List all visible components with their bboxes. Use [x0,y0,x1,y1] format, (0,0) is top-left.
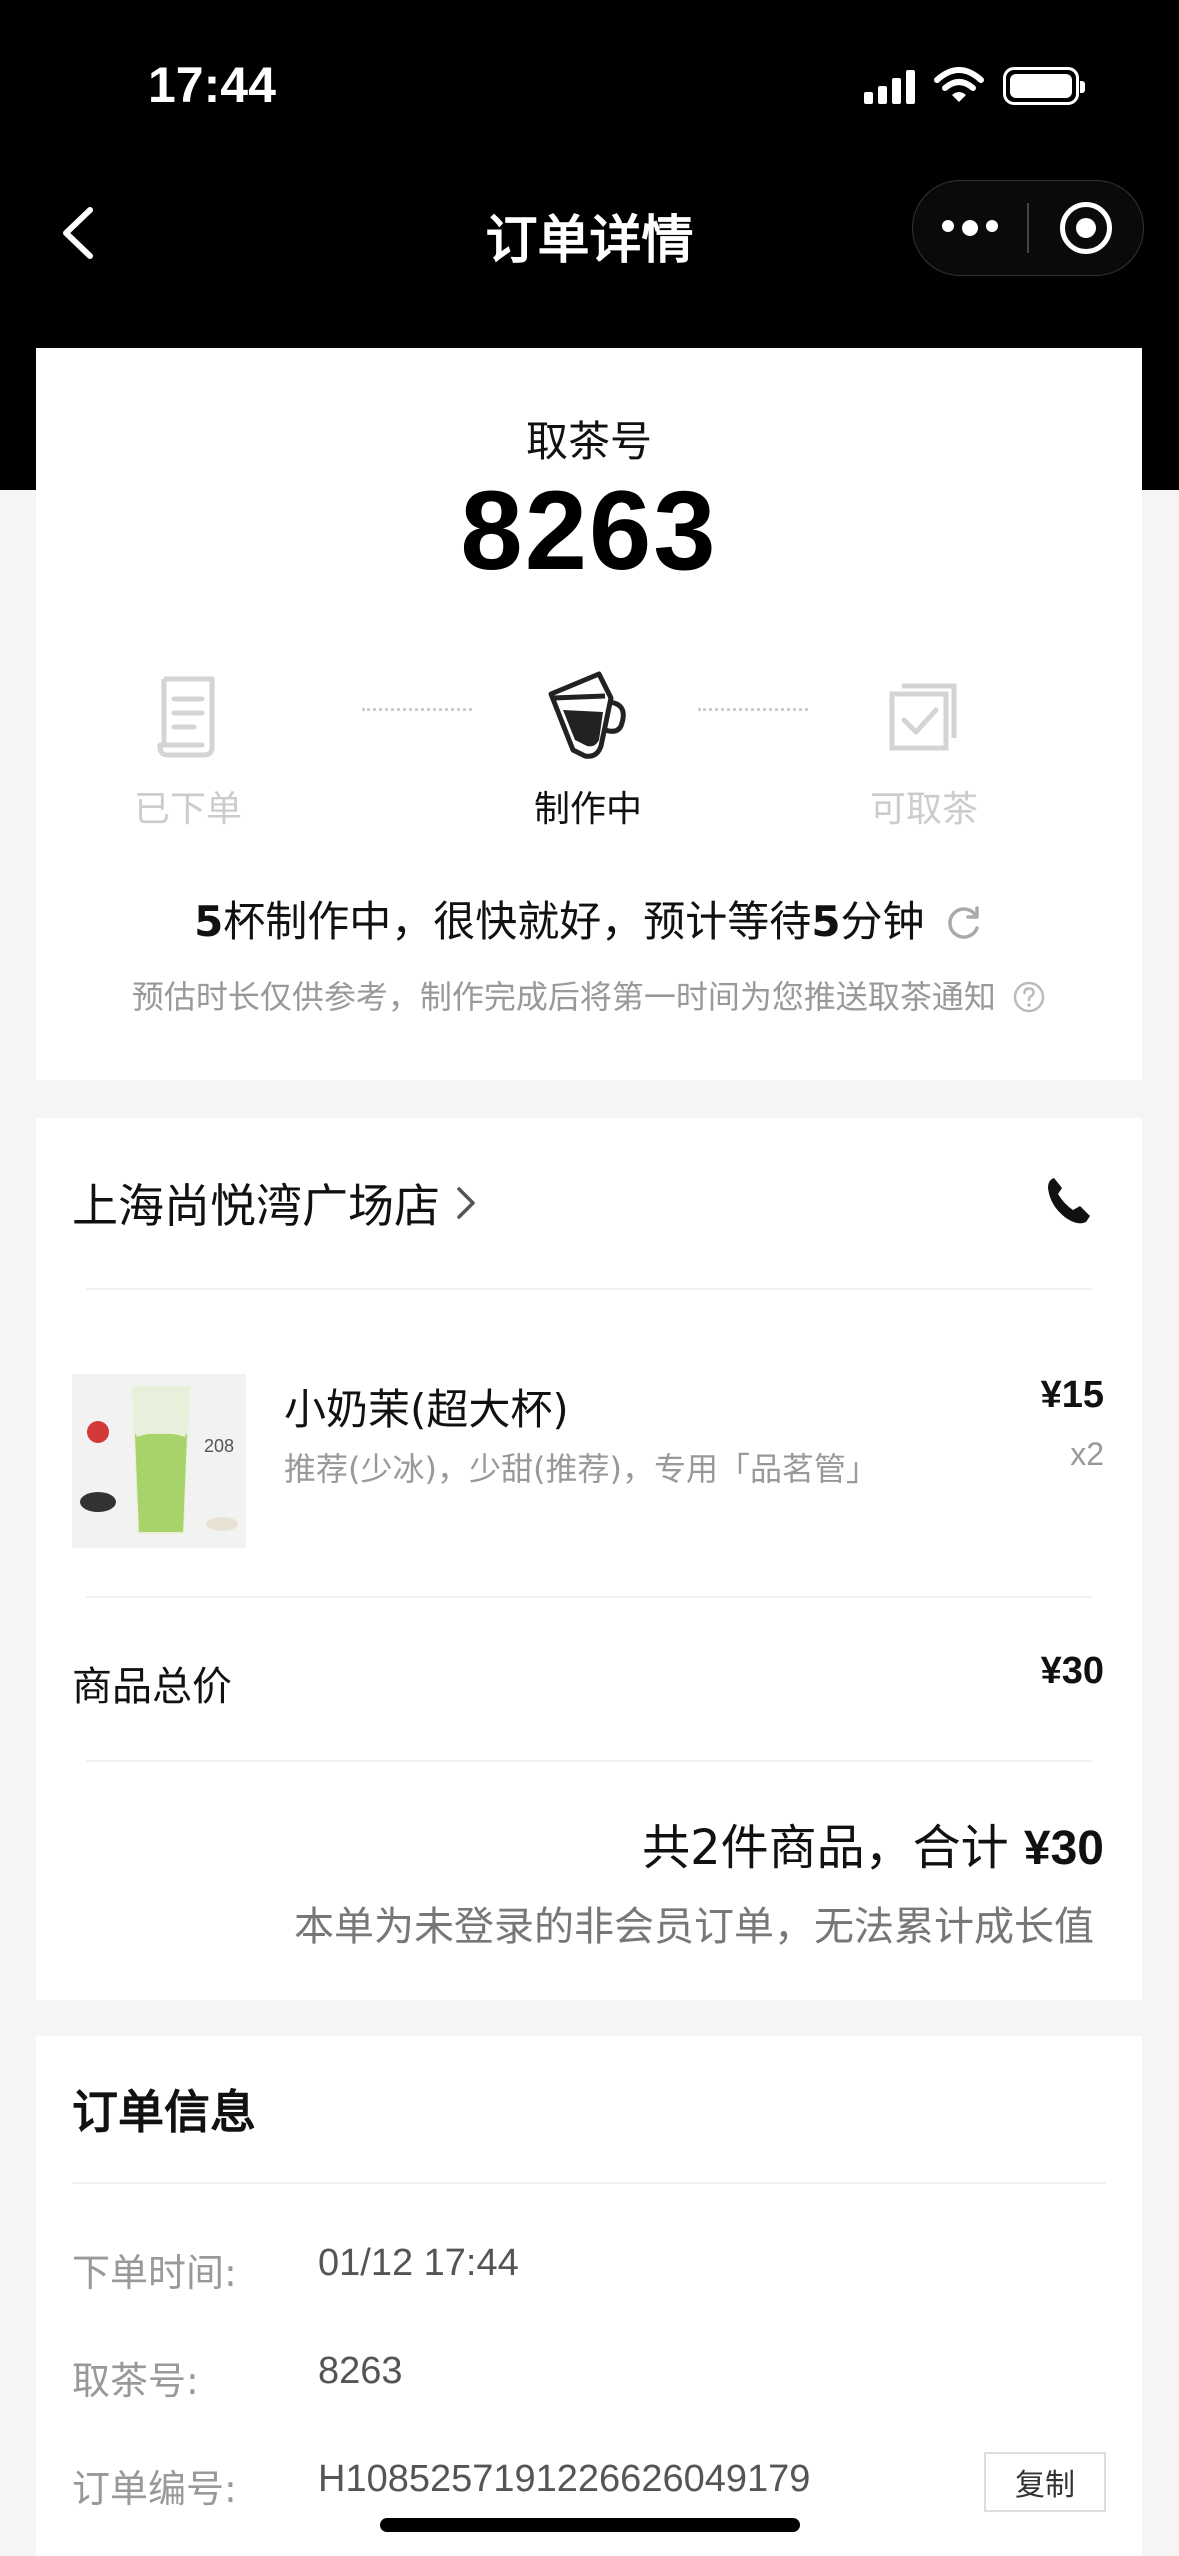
product-name: 小奶茉(超大杯) [284,1385,569,1434]
step-ready: 可取茶 [824,666,1024,832]
refresh-icon[interactable] [944,902,984,942]
pitcher-icon [548,671,626,759]
total-prefix: 共2件商品，合计 [642,1820,1024,1876]
status-icons [864,64,1085,108]
receipt-icon [157,676,215,758]
pickup-card: 取茶号 8263 已下单 制作中 可取茶 5杯制作中，很快就好，预计等待5分钟 … [36,348,1142,1080]
divider [72,2182,1106,2184]
phone-icon[interactable] [1040,1172,1096,1228]
wait-estimate: 5杯制作中，很快就好，预计等待5分钟 [36,888,1142,949]
battery-icon [1003,67,1085,105]
step-ordered-label: 已下单 [133,789,242,830]
wait-note: 预估时长仅供参考，制作完成后将第一时间为您推送取茶通知 [36,972,1142,1018]
help-icon[interactable] [1012,980,1046,1014]
svg-text:208: 208 [204,1436,234,1456]
product-quantity: x2 [1070,1436,1104,1472]
subtotal-label: 商品总价 [72,1664,232,1710]
divider [86,1596,1092,1598]
chevron-right-icon [457,1187,475,1219]
subtotal-value: ¥30 [1040,1650,1104,1692]
product-price: ¥15 [1040,1374,1104,1416]
order-info-card: 订单信息 下单时间: 01/12 17:44 取茶号: 8263 订单编号: H… [36,2036,1142,2556]
wifi-icon [934,67,984,102]
order-time-label: 下单时间: [72,2251,237,2295]
step-making: 制作中 [488,666,688,832]
order-id-label: 订单编号: [72,2467,237,2511]
check-box-icon [889,683,957,751]
total-amount: ¥30 [1023,1822,1104,1875]
copy-button[interactable]: 复制 [984,2452,1106,2512]
store-link[interactable]: 上海尚悦湾广场店 [72,1170,478,1236]
wait-text: 杯制作中，很快就好，预计等待 [223,897,812,946]
step-making-label: 制作中 [533,789,642,830]
step-ready-label: 可取茶 [869,789,978,830]
step-connector [362,708,472,711]
wait-note-text: 预估时长仅供参考，制作完成后将第一时间为您推送取茶通知 [131,978,996,1016]
mini-program-capsule [912,180,1144,276]
signal-icon [864,68,915,104]
store-name: 上海尚悦湾广场店 [72,1179,440,1233]
pickup-number: 8263 [460,468,718,593]
home-indicator [380,2518,800,2532]
pickup-label: 取茶号 [525,417,652,466]
product-options: 推荐(少冰)，少甜(推荐)，专用「品茗管」 [284,1450,878,1488]
close-mini-program-icon[interactable] [1029,202,1143,254]
wait-unit: 分钟 [840,897,925,946]
order-info-title: 订单信息 [72,2085,256,2139]
more-icon[interactable] [913,220,1027,236]
order-id-value: H1085257191226626049179 [318,2458,811,2500]
order-time-value: 01/12 17:44 [318,2242,519,2284]
member-note: 本单为未登录的非会员订单，无法累计成长值 [294,1904,1094,1950]
divider [86,1288,1092,1290]
status-time: 17:44 [148,57,276,113]
step-connector [698,708,808,711]
order-total: 共2件商品，合计 ¥30 [642,1808,1104,1878]
pickup-number-label: 取茶号: [72,2359,199,2403]
order-items-card: 上海尚悦湾广场店 208 小奶茉(超大杯) 推荐(少冰)，少甜(推荐)，专用「品… [36,1118,1142,2000]
wait-minutes: 5 [811,897,841,946]
product-image: 208 [72,1374,246,1548]
divider [86,1760,1092,1762]
wait-cup-count: 5 [194,897,224,946]
step-ordered: 已下单 [88,666,288,832]
pickup-number-value: 8263 [318,2350,403,2392]
